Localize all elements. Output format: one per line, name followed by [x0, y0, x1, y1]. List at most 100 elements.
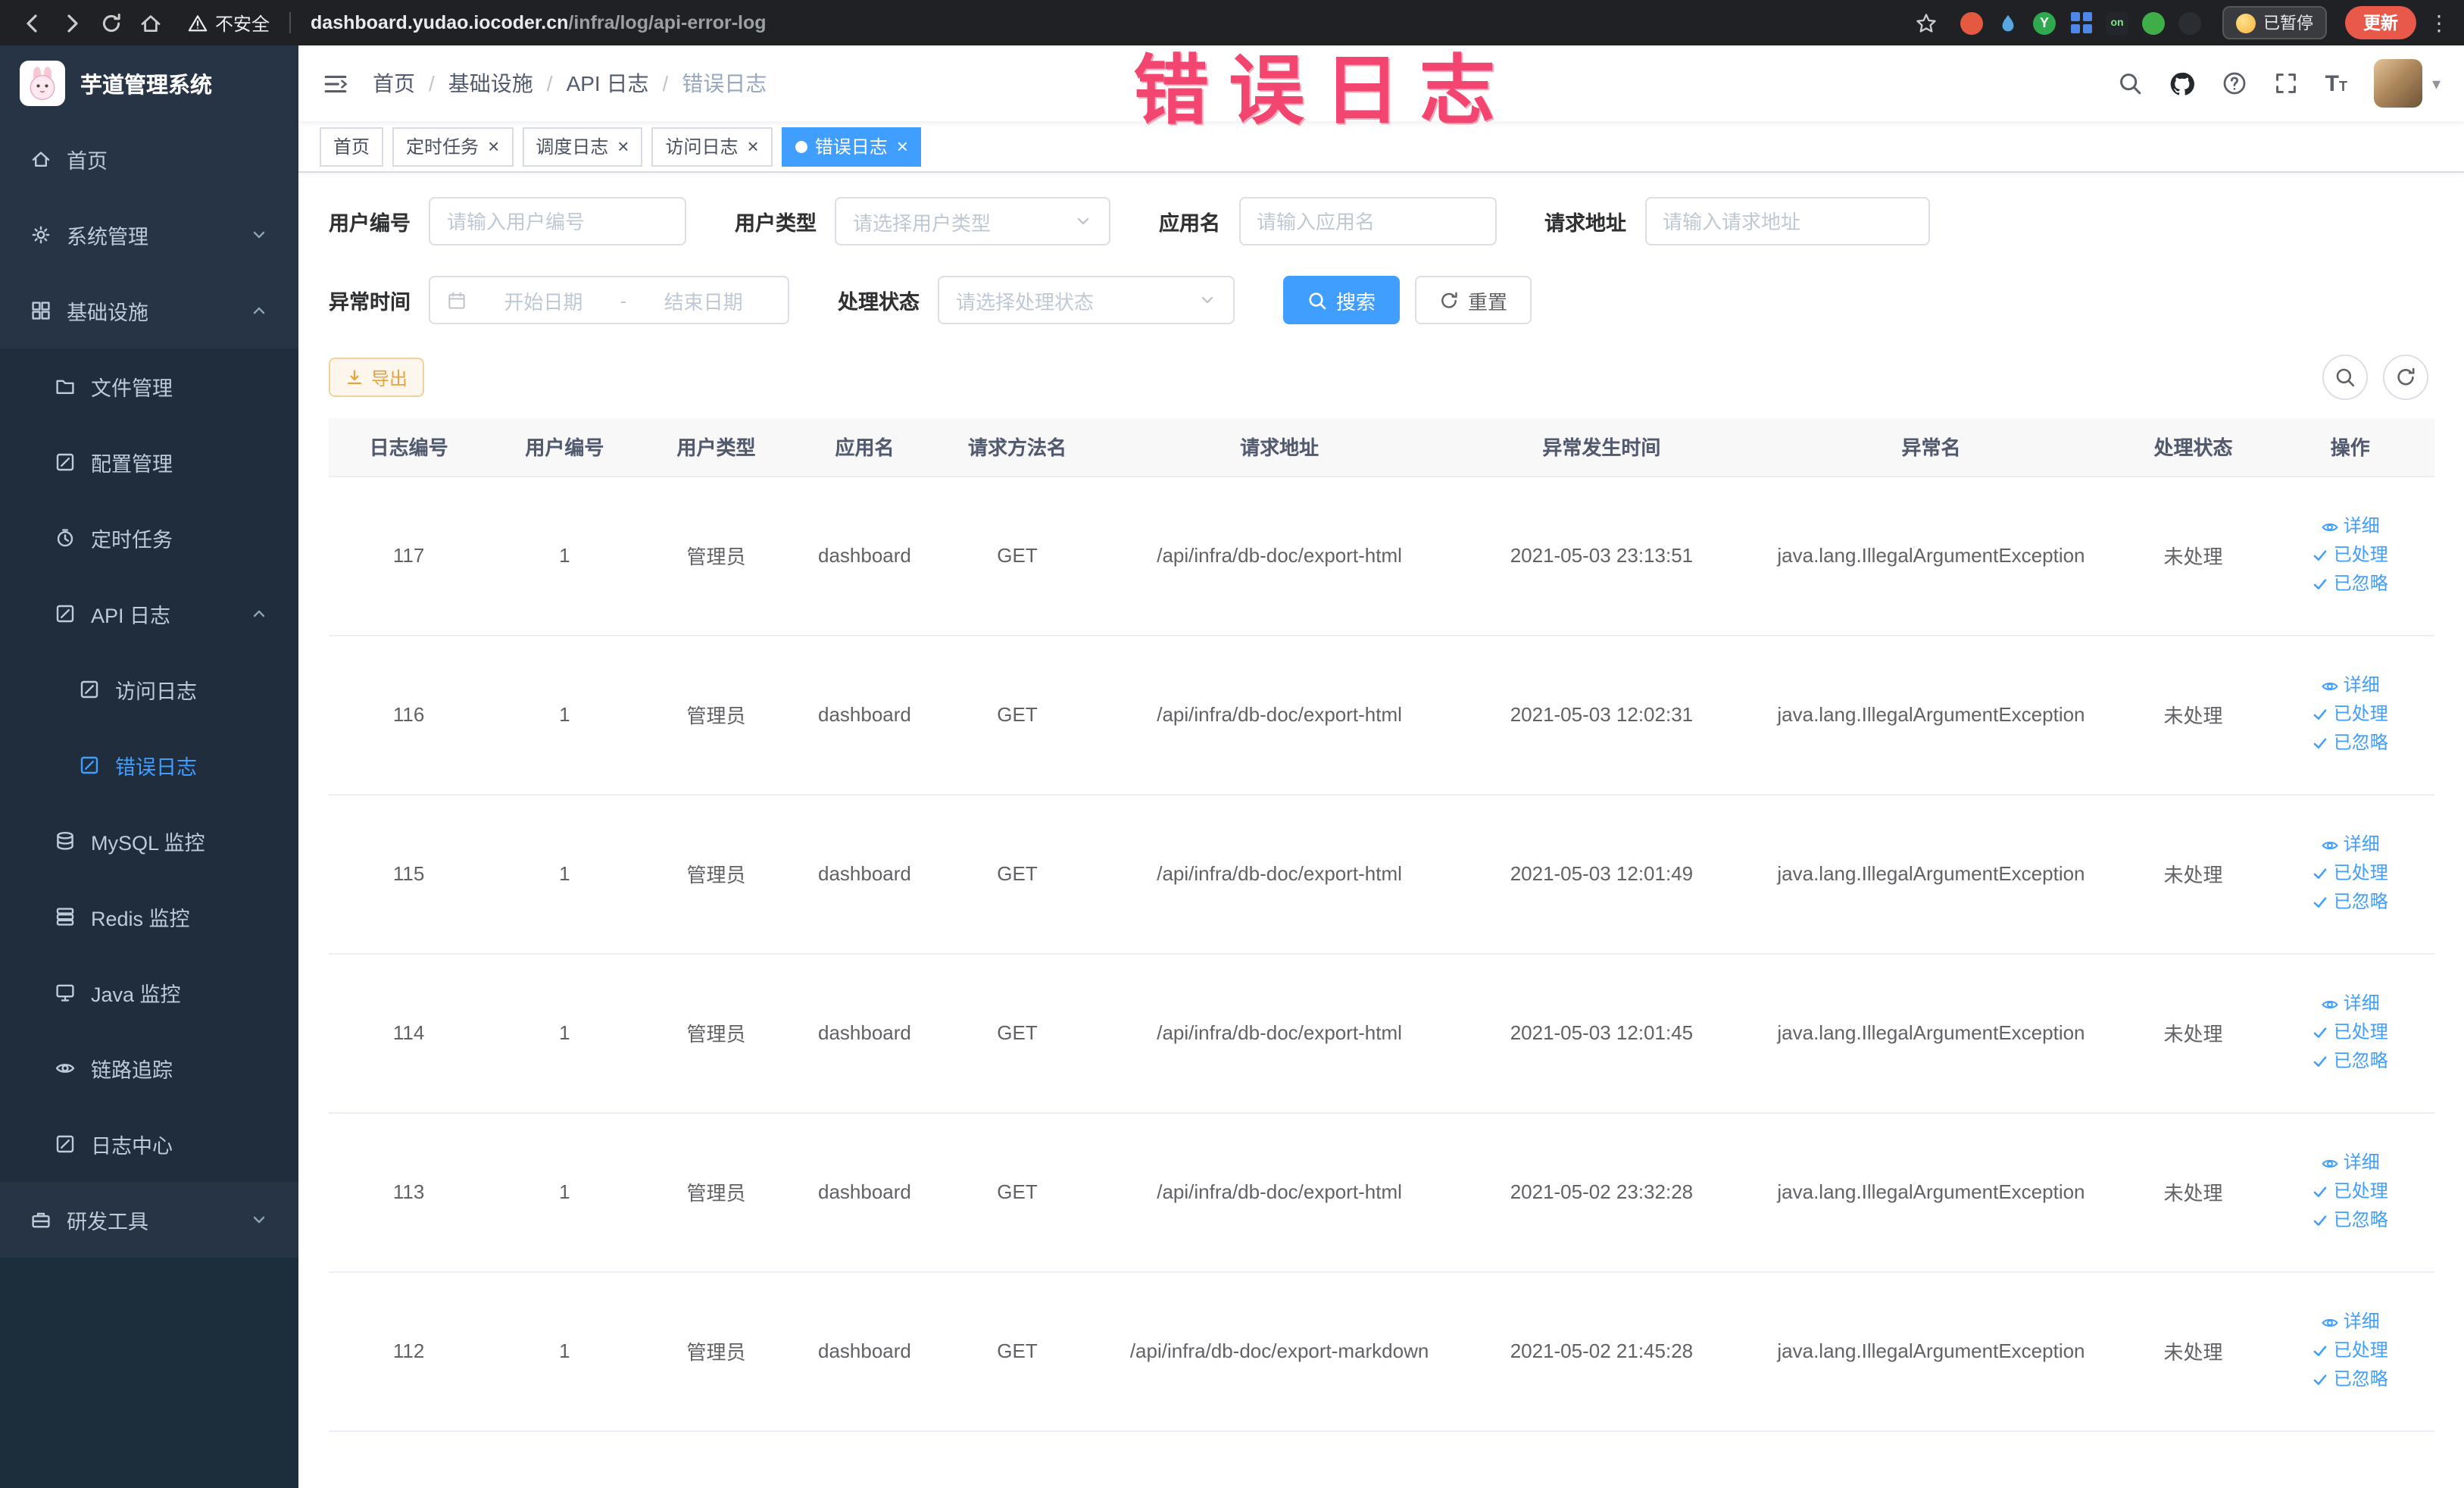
- date-range-picker[interactable]: 开始日期 - 结束日期: [429, 276, 789, 324]
- extension-icon-5[interactable]: on: [2106, 11, 2128, 34]
- detail-link[interactable]: 详细: [2272, 1308, 2428, 1336]
- tab-item[interactable]: 错误日志 ×: [781, 127, 922, 166]
- bookmark-star-icon[interactable]: [1909, 6, 1942, 39]
- breadcrumb-item[interactable]: 首页: [373, 68, 415, 98]
- processed-link[interactable]: 已处理: [2272, 700, 2428, 729]
- app-logo[interactable]: 芋道管理系统: [0, 45, 298, 121]
- refresh-button[interactable]: [2383, 355, 2428, 400]
- breadcrumb-item[interactable]: 基础设施: [448, 68, 533, 98]
- sidebar-item-file-management[interactable]: 文件管理: [0, 349, 298, 424]
- search-icon[interactable]: [2118, 71, 2142, 95]
- extension-icon-3[interactable]: Y: [2033, 11, 2056, 34]
- toggle-search-button[interactable]: [2322, 355, 2368, 400]
- github-icon[interactable]: [2169, 70, 2195, 96]
- detail-link[interactable]: 详细: [2272, 830, 2428, 859]
- processed-link[interactable]: 已处理: [2272, 1336, 2428, 1365]
- site-security-chip[interactable]: 不安全: [188, 10, 270, 36]
- tampermonkey-paused-badge[interactable]: 已暂停: [2222, 6, 2327, 39]
- tab-item[interactable]: 调度日志 ×: [522, 127, 643, 166]
- user-menu[interactable]: ▾: [2374, 59, 2441, 108]
- warning-icon: [188, 13, 208, 33]
- browser-chrome: 不安全 dashboard.yudao.iocoder.cn/infra/log…: [0, 0, 2464, 45]
- cell-status: 未处理: [2120, 1112, 2266, 1272]
- cell-user-type: 管理员: [640, 1271, 792, 1431]
- address-bar[interactable]: dashboard.yudao.iocoder.cn/infra/log/api…: [311, 12, 1903, 33]
- help-icon[interactable]: [2222, 71, 2247, 95]
- sidebar-item-api-logs[interactable]: API 日志: [0, 576, 298, 652]
- close-icon[interactable]: ×: [617, 136, 629, 156]
- start-date-placeholder: 开始日期: [504, 290, 583, 313]
- close-icon[interactable]: ×: [748, 136, 759, 156]
- sidebar-item-system-management[interactable]: 系统管理: [0, 197, 298, 273]
- extension-icon-7[interactable]: [2178, 11, 2201, 34]
- processed-link[interactable]: 已处理: [2272, 859, 2428, 888]
- cell-user-type: 管理员: [640, 794, 792, 954]
- fullscreen-icon[interactable]: [2274, 71, 2298, 95]
- ignored-link[interactable]: 已忽略: [2272, 1047, 2428, 1076]
- extension-icon-6[interactable]: [2142, 11, 2165, 34]
- browser-update-button[interactable]: 更新: [2345, 6, 2416, 39]
- font-size-icon[interactable]: TT: [2325, 72, 2347, 95]
- sidebar-item-home[interactable]: 首页: [0, 121, 298, 197]
- browser-menu-icon[interactable]: ⋮: [2428, 10, 2450, 36]
- sidebar-item-log-center[interactable]: 日志中心: [0, 1106, 298, 1182]
- ignored-link[interactable]: 已忽略: [2272, 1365, 2428, 1394]
- edit-icon: [79, 755, 101, 776]
- sidebar-item-error-log[interactable]: 错误日志: [0, 727, 298, 803]
- sidebar-item-access-log[interactable]: 访问日志: [0, 652, 298, 727]
- column-header: 用户编号: [489, 418, 641, 477]
- request-url-input[interactable]: [1663, 210, 1911, 233]
- detail-link[interactable]: 详细: [2272, 1149, 2428, 1177]
- user-type-select[interactable]: 请选择用户类型: [835, 197, 1110, 245]
- sidebar-item-link-tracing[interactable]: 链路追踪: [0, 1030, 298, 1106]
- close-icon[interactable]: ×: [897, 136, 908, 156]
- end-date-placeholder: 结束日期: [664, 290, 743, 313]
- cell-id: 112: [329, 1271, 489, 1431]
- tab-item[interactable]: 访问日志 ×: [651, 127, 773, 166]
- sidebar-item-infrastructure[interactable]: 基础设施: [0, 273, 298, 349]
- ignored-link[interactable]: 已忽略: [2272, 1206, 2428, 1235]
- back-icon[interactable]: [15, 6, 48, 39]
- breadcrumb-item[interactable]: API 日志: [567, 68, 649, 98]
- ignored-link[interactable]: 已忽略: [2272, 570, 2428, 599]
- active-tab-dot: [795, 140, 807, 152]
- detail-link[interactable]: 详细: [2272, 512, 2428, 541]
- process-status-select[interactable]: 请选择处理状态: [938, 276, 1235, 324]
- sidebar-item-label: 首页: [67, 150, 108, 173]
- user-id-input[interactable]: [447, 210, 668, 233]
- extension-icon-1[interactable]: [1960, 11, 1983, 34]
- export-button[interactable]: 导出: [329, 358, 425, 397]
- processed-link[interactable]: 已处理: [2272, 1018, 2428, 1047]
- tab-label: 定时任务: [406, 136, 479, 158]
- home-icon[interactable]: [133, 6, 167, 39]
- reset-button[interactable]: 重置: [1415, 276, 1532, 324]
- sidebar-toggle-icon[interactable]: [323, 70, 348, 96]
- sidebar-item-java-monitor[interactable]: Java 监控: [0, 955, 298, 1030]
- address-divider: [289, 12, 292, 33]
- extension-icon-2[interactable]: [1997, 11, 2019, 34]
- extension-icon-4[interactable]: [2069, 11, 2092, 34]
- processed-link[interactable]: 已处理: [2272, 541, 2428, 570]
- processed-link[interactable]: 已处理: [2272, 1177, 2428, 1206]
- app-name-input[interactable]: [1257, 210, 1478, 233]
- column-header: 用户类型: [640, 418, 792, 477]
- sidebar-item-scheduled-tasks[interactable]: 定时任务: [0, 500, 298, 576]
- reload-icon[interactable]: [94, 6, 127, 39]
- folder-icon: [55, 376, 77, 397]
- search-button[interactable]: 搜索: [1283, 276, 1401, 324]
- close-icon[interactable]: ×: [488, 136, 499, 156]
- sidebar-item-mysql-monitor[interactable]: MySQL 监控: [0, 803, 298, 879]
- timer-icon: [55, 527, 77, 549]
- sidebar-item-redis-monitor[interactable]: Redis 监控: [0, 879, 298, 955]
- tab-item[interactable]: 首页: [320, 127, 384, 166]
- sidebar-item-dev-tools[interactable]: 研发工具: [0, 1182, 298, 1258]
- ignored-link[interactable]: 已忽略: [2272, 729, 2428, 758]
- cell-exception: java.lang.IllegalArgumentException: [1741, 953, 2121, 1113]
- detail-link[interactable]: 详细: [2272, 671, 2428, 700]
- sidebar-item-config-management[interactable]: 配置管理: [0, 424, 298, 500]
- ignored-link[interactable]: 已忽略: [2272, 888, 2428, 917]
- cell-status: 未处理: [2120, 953, 2266, 1113]
- tab-item[interactable]: 定时任务 ×: [392, 127, 514, 166]
- detail-link[interactable]: 详细: [2272, 989, 2428, 1018]
- forward-icon[interactable]: [55, 6, 88, 39]
